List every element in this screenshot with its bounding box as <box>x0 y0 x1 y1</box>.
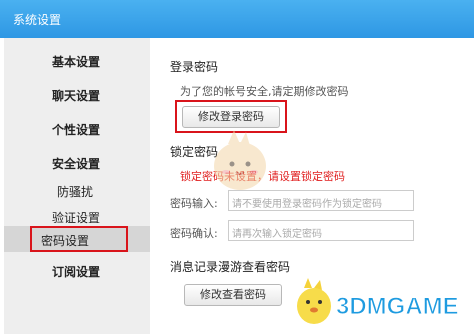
sidebar-item-security[interactable]: 安全设置 <box>4 150 150 174</box>
password-confirm-input[interactable]: 请再次输入锁定密码 <box>228 220 414 241</box>
change-login-password-button[interactable]: 修改登录密码 <box>182 106 280 128</box>
change-view-password-button[interactable]: 修改查看密码 <box>184 284 282 306</box>
brand-mascot-icon <box>297 278 331 324</box>
roaming-password-title: 消息记录漫游查看密码 <box>170 260 291 274</box>
sidebar-item-label: 基本设置 <box>52 55 101 69</box>
watermark-text: 3DMGAME <box>336 293 460 321</box>
sidebar-item-label: 验证设置 <box>52 211 101 225</box>
sidebar-item-subscription[interactable]: 订阅设置 <box>4 258 150 282</box>
sidebar-item-password[interactable]: 密码设置 <box>4 226 150 252</box>
settings-window: 系统设置 基本设置 聊天设置 个性设置 安全设置 防骚扰 验证设置 密码设置 订… <box>0 0 474 334</box>
password-input-label: 密码输入: <box>170 197 218 210</box>
title-bar[interactable]: 系统设置 <box>0 0 474 38</box>
sidebar-item-label: 聊天设置 <box>52 89 101 103</box>
window-title: 系统设置 <box>13 13 62 27</box>
sidebar: 基本设置 聊天设置 个性设置 安全设置 防骚扰 验证设置 密码设置 订阅设置 <box>4 38 150 334</box>
sidebar-item-label: 订阅设置 <box>52 265 101 279</box>
sidebar-item-chat[interactable]: 聊天设置 <box>4 82 150 106</box>
login-password-hint: 为了您的帐号安全,请定期修改密码 <box>180 85 349 98</box>
login-password-title: 登录密码 <box>170 60 219 74</box>
sidebar-item-anti-harassment[interactable]: 防骚扰 <box>4 178 150 202</box>
sidebar-item-verification[interactable]: 验证设置 <box>4 204 150 228</box>
password-confirm-label: 密码确认: <box>170 227 218 240</box>
sidebar-item-personal[interactable]: 个性设置 <box>4 116 150 140</box>
sidebar-item-basic[interactable]: 基本设置 <box>4 48 150 72</box>
mascot-watermark-icon <box>214 130 266 190</box>
sidebar-item-label: 密码设置 <box>41 234 90 248</box>
sidebar-item-label: 个性设置 <box>52 123 101 137</box>
sidebar-item-label: 安全设置 <box>52 157 101 171</box>
sidebar-item-label: 防骚扰 <box>57 185 94 199</box>
